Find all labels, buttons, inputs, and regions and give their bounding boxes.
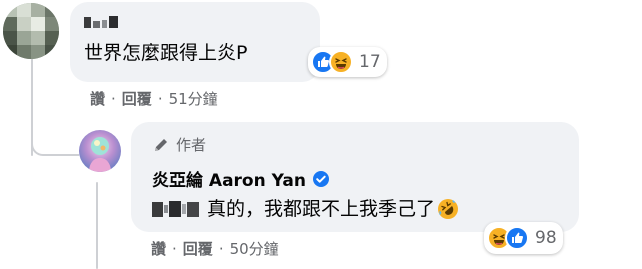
author-badge: 作者 [152,134,206,155]
like-link[interactable]: 讚 [151,238,166,259]
reaction-count: 17 [359,52,381,72]
pixelated-mention-tag[interactable] [152,201,199,217]
timestamp-link[interactable]: 51分鐘 [169,88,218,109]
reply-reaction-summary[interactable]: 98 [484,222,563,254]
reply-link[interactable]: 回覆 [183,238,213,259]
separator: · [218,239,224,258]
thread-connector-line [31,56,33,156]
author-name-link[interactable]: 炎亞綸 Aaron Yan [152,166,306,191]
haha-icon [329,50,353,74]
pen-icon [155,138,167,151]
author-profile-icon [79,130,121,172]
author-badge-label: 作者 [176,136,207,154]
verified-badge-icon [312,170,329,187]
pixelated-author-name[interactable] [84,14,118,30]
separator: · [111,89,116,108]
comment-text: 世界怎麼跟得上炎P [84,42,248,64]
reply-text-row: 真的，我都跟不上我季己了 [152,196,459,222]
reply-connector-line [31,142,79,156]
blurred-avatar-icon [3,3,59,59]
reply-actions: 讚 · 回覆 · 50分鐘 [151,238,279,259]
like-icon [505,226,529,250]
comment-actions: 讚 · 回覆 · 51分鐘 [90,88,218,109]
reaction-count: 98 [535,228,557,248]
reply-thread-line [96,182,98,269]
reply-text: 真的，我都跟不上我季己了 [207,198,436,220]
reaction-summary[interactable]: 17 [308,47,387,77]
commenter-avatar[interactable] [3,3,59,59]
like-link[interactable]: 讚 [90,88,105,109]
rolling-laughing-icon [438,199,459,219]
separator: · [172,239,177,258]
reply-link[interactable]: 回覆 [122,88,152,109]
author-avatar[interactable] [79,130,121,172]
reply-author: 炎亞綸 Aaron Yan [152,166,330,191]
timestamp-link[interactable]: 50分鐘 [230,238,279,259]
separator: · [157,89,163,108]
